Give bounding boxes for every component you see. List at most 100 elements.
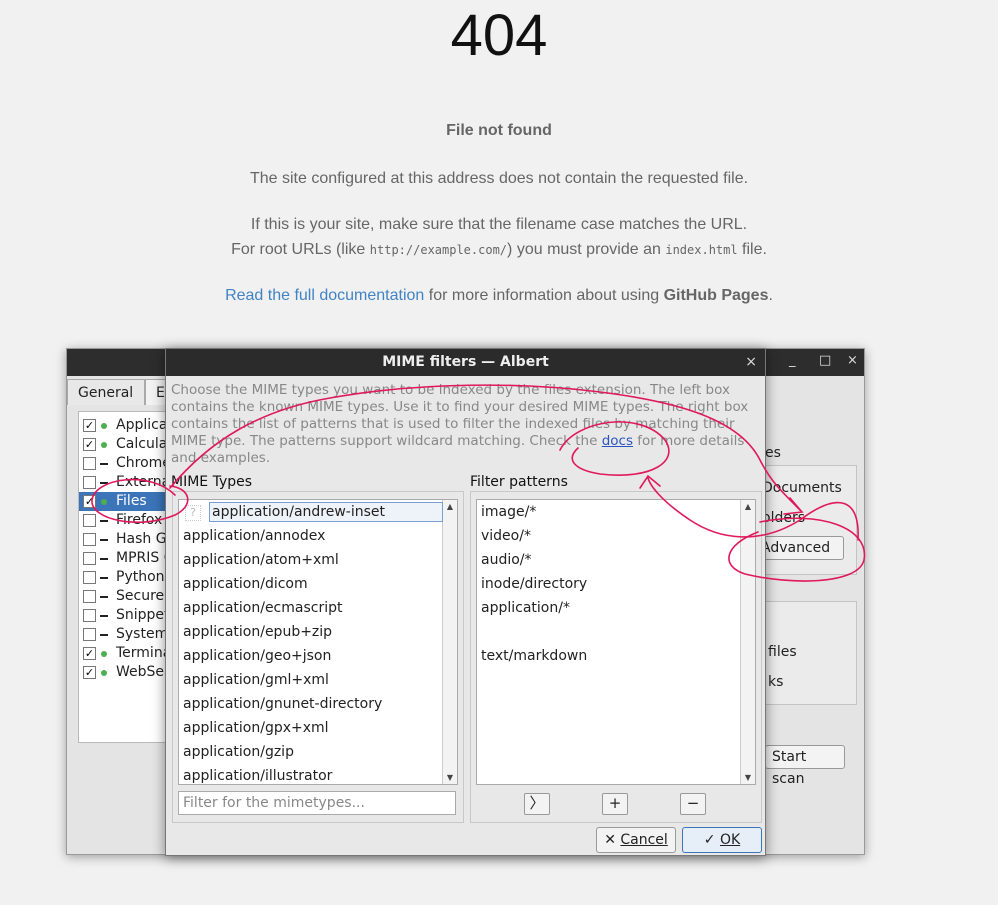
folders-option[interactable]: olders (762, 510, 805, 526)
mime-type-label: application/andrew-inset (209, 502, 443, 522)
status-dash-icon (100, 463, 108, 465)
extension-checkbox[interactable] (83, 628, 96, 641)
extension-label: Chrome (116, 455, 171, 471)
pattern-item[interactable]: inode/directory (481, 572, 587, 596)
status-dash-icon (100, 596, 108, 598)
documentation-link[interactable]: Read the full documentation (225, 287, 424, 304)
extension-checkbox[interactable] (83, 552, 96, 565)
check-icon: ✓ (703, 832, 720, 848)
mime-types-list[interactable]: ▲ ▼ ? application/andrew-inset application… (178, 499, 458, 785)
remove-pattern-button[interactable]: − (680, 793, 706, 815)
mime-type-item[interactable]: application/ecmascript (183, 596, 342, 620)
pattern-item[interactable]: audio/* (481, 548, 532, 572)
status-dot-icon (101, 499, 107, 505)
mime-scrollbar[interactable]: ▲ ▼ (442, 500, 457, 784)
extension-checkbox[interactable] (83, 476, 96, 489)
filter-patterns-label: Filter patterns (470, 474, 568, 490)
move-to-patterns-button[interactable]: 〉 (524, 793, 550, 815)
extension-checkbox[interactable]: ✓ (83, 647, 96, 660)
extension-checkbox[interactable]: ✓ (83, 438, 96, 451)
extension-label: Termina (116, 645, 172, 661)
extension-label: Python (116, 569, 165, 585)
links-option[interactable]: ks (768, 674, 783, 690)
close-button[interactable]: × (847, 353, 858, 368)
unknown-mime-icon: ? (185, 505, 201, 521)
mime-types-label: MIME Types (171, 474, 253, 490)
scroll-up-icon[interactable]: ▲ (741, 502, 755, 511)
extension-checkbox[interactable] (83, 533, 96, 546)
tab-general[interactable]: General (67, 379, 145, 405)
extension-checkbox[interactable]: ✓ (83, 666, 96, 679)
files-option[interactable]: files (768, 644, 797, 660)
mime-type-item[interactable]: application/annodex (183, 524, 325, 548)
hint-root-urls: For root URLs (like http://example.com/)… (231, 241, 767, 258)
extension-checkbox[interactable] (83, 457, 96, 470)
extension-checkbox[interactable] (83, 571, 96, 584)
error-code: 404 (450, 3, 548, 68)
hint-filename: If this is your site, make sure that the… (250, 216, 748, 233)
status-dash-icon (100, 634, 108, 636)
pattern-item[interactable]: video/* (481, 524, 531, 548)
filter-patterns-list[interactable]: ▲ ▼ image/* video/* audio/* inode/directory… (476, 499, 756, 785)
mime-type-item[interactable]: application/gpx+xml (183, 716, 329, 740)
mime-type-item[interactable]: application/epub+zip (183, 620, 332, 644)
scroll-up-icon[interactable]: ▲ (443, 502, 457, 511)
status-dot-icon (101, 423, 107, 429)
extension-checkbox[interactable]: ✓ (83, 495, 96, 508)
add-pattern-button[interactable]: + (602, 793, 628, 815)
mime-type-item[interactable]: application/gzip (183, 740, 294, 764)
status-dash-icon (100, 577, 108, 579)
docs-line: Read the full documentation for more inf… (225, 287, 773, 304)
extension-checkbox[interactable] (83, 590, 96, 603)
extension-label: Calcula (116, 436, 168, 452)
pattern-item[interactable]: text/markdown (481, 644, 587, 668)
index-filename: index.html (665, 243, 738, 257)
dialog-description: Choose the MIME types you want to be ind… (171, 382, 749, 466)
advanced-button[interactable]: Advanced (754, 536, 844, 560)
cancel-icon: ✕ (604, 832, 621, 848)
status-dash-icon (100, 520, 108, 522)
example-url: http://example.com/ (369, 243, 508, 257)
documents-option[interactable]: Documents (762, 480, 842, 496)
scroll-down-icon[interactable]: ▼ (443, 773, 457, 782)
dialog-close-icon[interactable]: × (745, 349, 757, 376)
section-label: es (765, 445, 781, 461)
status-dash-icon (100, 539, 108, 541)
status-dot-icon (101, 442, 107, 448)
status-dash-icon (100, 482, 108, 484)
status-dot-icon (101, 670, 107, 676)
mime-type-item[interactable]: application/gnunet-directory (183, 692, 382, 716)
mime-type-item[interactable]: application/geo+json (183, 644, 331, 668)
index-options-group: Documents olders Advanced (753, 465, 857, 575)
extension-checkbox[interactable] (83, 514, 96, 527)
error-message: The site configured at this address does… (249, 170, 749, 187)
status-dash-icon (100, 615, 108, 617)
mime-type-item[interactable]: application/gml+xml (183, 668, 329, 692)
patterns-scrollbar[interactable]: ▲ ▼ (740, 500, 755, 784)
dialog-titlebar: MIME filters — Albert × (166, 349, 765, 376)
scroll-down-icon[interactable]: ▼ (741, 773, 755, 782)
mime-type-item[interactable]: application/illustrator (183, 764, 332, 784)
extension-checkbox[interactable] (83, 609, 96, 622)
extension-label: Snippet (116, 607, 170, 623)
extension-checkbox[interactable]: ✓ (83, 419, 96, 432)
error-title: File not found (446, 122, 552, 139)
mime-type-item[interactable]: ? application/andrew-inset (185, 500, 443, 524)
status-dash-icon (100, 558, 108, 560)
status-dot-icon (101, 651, 107, 657)
maximize-button[interactable]: □ (819, 353, 831, 368)
mime-type-item[interactable]: application/atom+xml (183, 548, 339, 572)
options-group: files ks (753, 601, 857, 705)
pattern-item[interactable]: image/* (481, 500, 536, 524)
docs-link[interactable]: docs (602, 433, 633, 449)
minimize-button[interactable]: _ (789, 353, 796, 368)
pattern-item[interactable]: application/* (481, 596, 570, 620)
mime-type-item[interactable]: application/dicom (183, 572, 308, 596)
ok-button[interactable]: ✓ OK (682, 827, 762, 853)
extension-label: Externa (116, 474, 171, 490)
mime-filters-dialog: MIME filters — Albert × Choose the MIME … (165, 348, 766, 856)
extension-label: Applica (116, 417, 168, 433)
cancel-button[interactable]: ✕ Cancel (596, 827, 676, 853)
start-scan-button[interactable]: Start scan (765, 745, 845, 787)
mime-filter-input[interactable]: Filter for the mimetypes... (178, 791, 456, 815)
